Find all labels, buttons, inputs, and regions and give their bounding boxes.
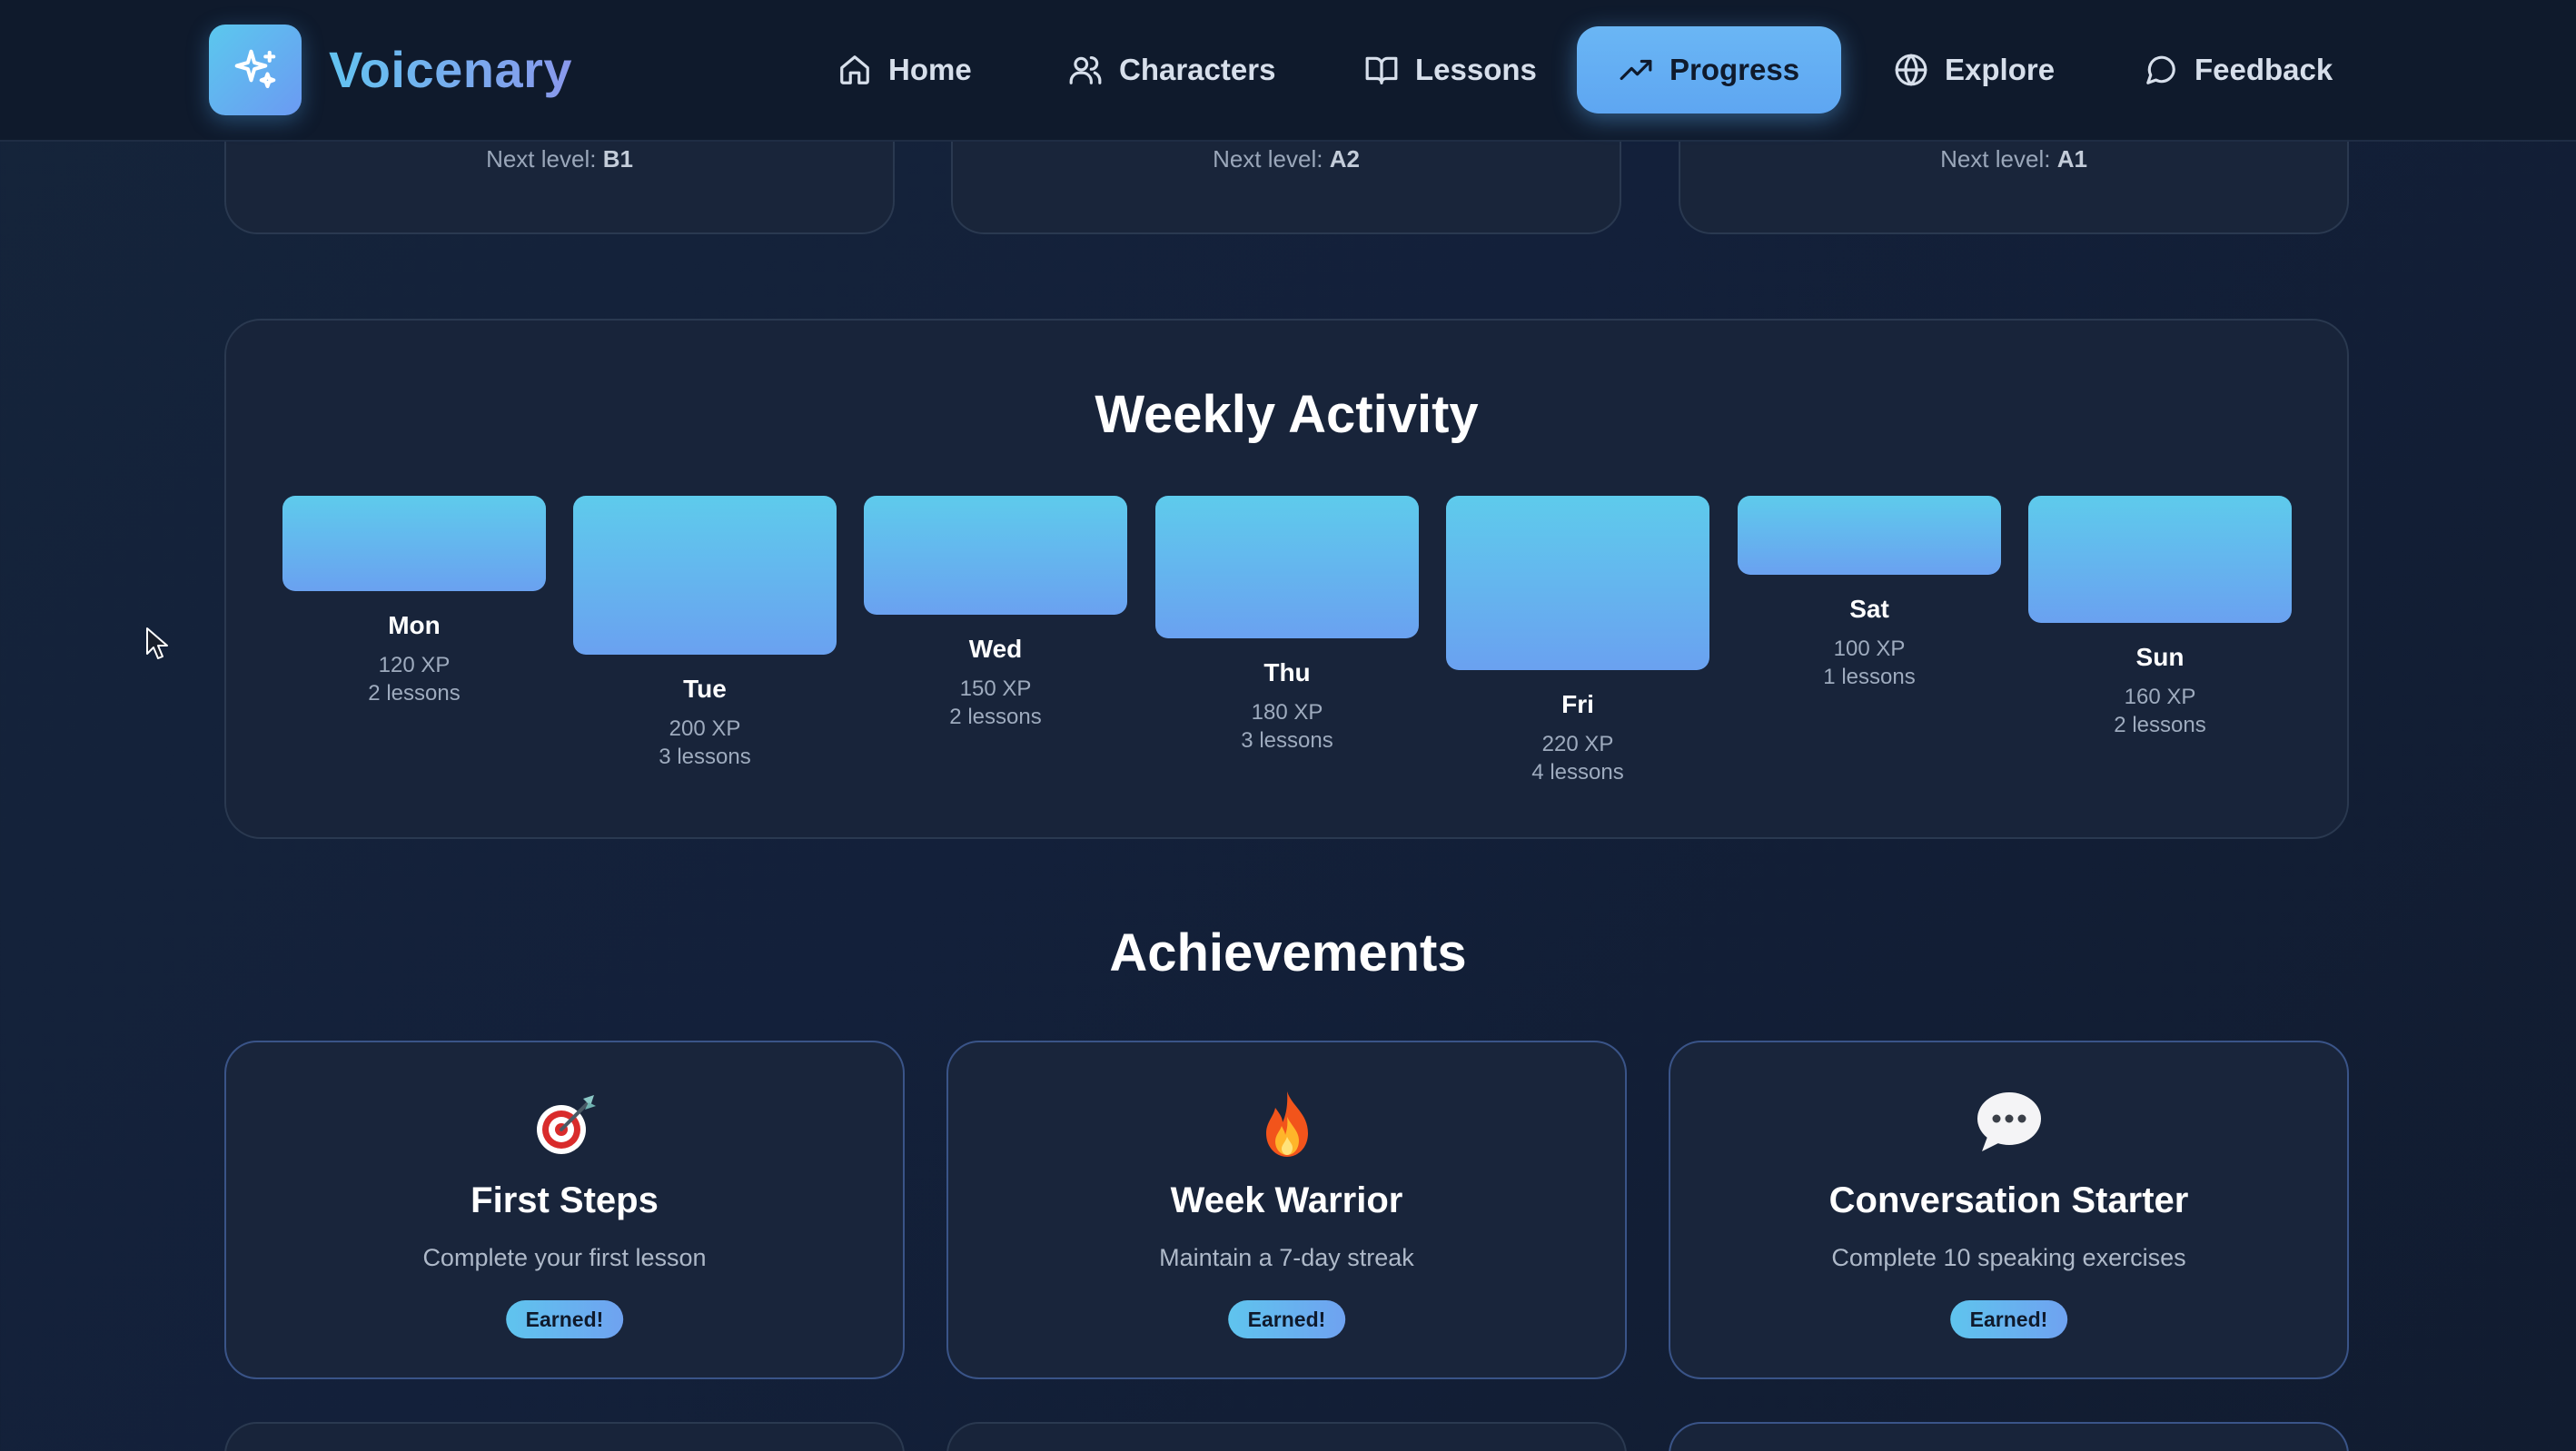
day-xp: 120 XP [378,653,451,677]
achievement-name: First Steps [471,1180,659,1220]
day-name: Fri [1561,690,1594,718]
nav-feedback-label: Feedback [2195,53,2333,86]
day-lessons: 4 lessons [1531,760,1624,785]
next-level-prefix: Next level: [1213,145,1323,173]
day-name: Thu [1263,658,1311,686]
nav-progress-label: Progress [1669,53,1800,86]
day-lessons: 2 lessons [2114,713,2206,737]
achievement-card[interactable]: First Steps Complete your first lesson E… [224,1041,905,1379]
day-xp: 220 XP [1541,732,1614,756]
activity-bar [1155,496,1419,638]
mouse-cursor-icon [146,627,168,659]
achievement-card[interactable]: Week Warrior Maintain a 7-day streak Ear… [946,1041,1627,1379]
achievement-name: Conversation Starter [1828,1180,2189,1220]
day-xp: 180 XP [1251,700,1323,725]
book-icon [1365,56,1398,84]
app-name[interactable]: Voicenary [329,40,572,99]
next-level-value: A1 [2056,145,2087,173]
day-lessons: 3 lessons [659,745,751,769]
earned-badge: Earned! [505,1300,624,1338]
day-name: Sat [1849,595,1889,623]
nav-lessons-label: Lessons [1415,53,1537,86]
achievement-card-partial[interactable] [1669,1422,2349,1451]
target-icon [536,1095,596,1154]
achievements-title: Achievements [1109,923,1467,982]
globe-icon [1895,54,1927,86]
day-name: Sun [2135,643,2185,671]
activity-bar [282,496,546,591]
day-column: Thu 180 XP 3 lessons [1155,496,1419,755]
activity-bar [1738,496,2001,575]
nav-home[interactable]: Home [837,26,972,114]
achievement-card[interactable]: Conversation Starter Complete 10 speakin… [1669,1041,2349,1379]
day-xp: 160 XP [2124,685,2196,709]
achievement-card-partial[interactable] [946,1422,1627,1451]
day-xp: 150 XP [959,676,1032,701]
weekly-activity-title: Weekly Activity [1095,385,1479,444]
home-icon [840,55,869,84]
nav-feedback[interactable]: Feedback [2144,26,2333,114]
day-lessons: 2 lessons [368,681,461,706]
next-level-text: Next level: B1 [486,145,633,232]
day-column: Wed 150 XP 2 lessons [864,496,1127,731]
next-level-text: Next level: A1 [1940,145,2087,232]
nav-progress[interactable]: Progress [1577,26,1842,114]
top-nav: Voicenary Home Characters Lessons Progre… [0,0,2576,142]
nav-characters[interactable]: Characters [1068,26,1275,114]
day-name: Tue [683,675,727,703]
fire-icon [1265,1091,1308,1157]
day-xp: 100 XP [1833,637,1906,661]
next-level-value: B1 [602,145,633,173]
speech-bubble-icon [1977,1092,2041,1151]
day-column: Mon 120 XP 2 lessons [282,496,546,707]
achievement-description: Complete your first lesson [422,1244,707,1271]
day-name: Mon [388,611,441,639]
activity-bar [864,496,1127,615]
weekly-activity-card: Weekly Activity Mon 120 XP 2 lessons Tue… [224,319,2349,839]
achievement-card-partial[interactable] [224,1422,905,1451]
activity-bar [573,496,837,655]
nav-characters-label: Characters [1119,53,1276,86]
day-column: Sun 160 XP 2 lessons [2028,496,2292,739]
trending-up-icon [1620,59,1652,81]
day-lessons: 2 lessons [949,705,1042,729]
nav-lessons[interactable]: Lessons [1364,26,1537,114]
sparkles-icon [234,49,276,89]
users-icon [1069,55,1102,84]
next-level-value: A2 [1329,145,1360,173]
message-circle-icon [2146,55,2175,84]
day-column: Sat 100 XP 1 lessons [1738,496,2001,691]
achievement-name: Week Warrior [1170,1180,1403,1220]
nav-explore[interactable]: Explore [1894,26,2055,114]
activity-bar [2028,496,2292,623]
day-lessons: 1 lessons [1823,665,1916,689]
achievement-description: Maintain a 7-day streak [1159,1244,1414,1271]
activity-bar [1446,496,1709,670]
next-level-prefix: Next level: [1940,145,2051,173]
next-level-text: Next level: A2 [1213,145,1360,232]
next-level-prefix: Next level: [486,145,597,173]
day-lessons: 3 lessons [1241,728,1333,753]
earned-badge: Earned! [1949,1300,2068,1338]
nav-explore-label: Explore [1945,53,2056,86]
day-xp: 200 XP [669,716,741,741]
achievement-description: Complete 10 speaking exercises [1831,1244,2186,1271]
earned-badge: Earned! [1227,1300,1346,1338]
day-column: Tue 200 XP 3 lessons [573,496,837,771]
day-column: Fri 220 XP 4 lessons [1446,496,1709,786]
nav-home-label: Home [888,53,972,86]
day-name: Wed [968,635,1023,663]
app-logo[interactable] [209,25,302,115]
